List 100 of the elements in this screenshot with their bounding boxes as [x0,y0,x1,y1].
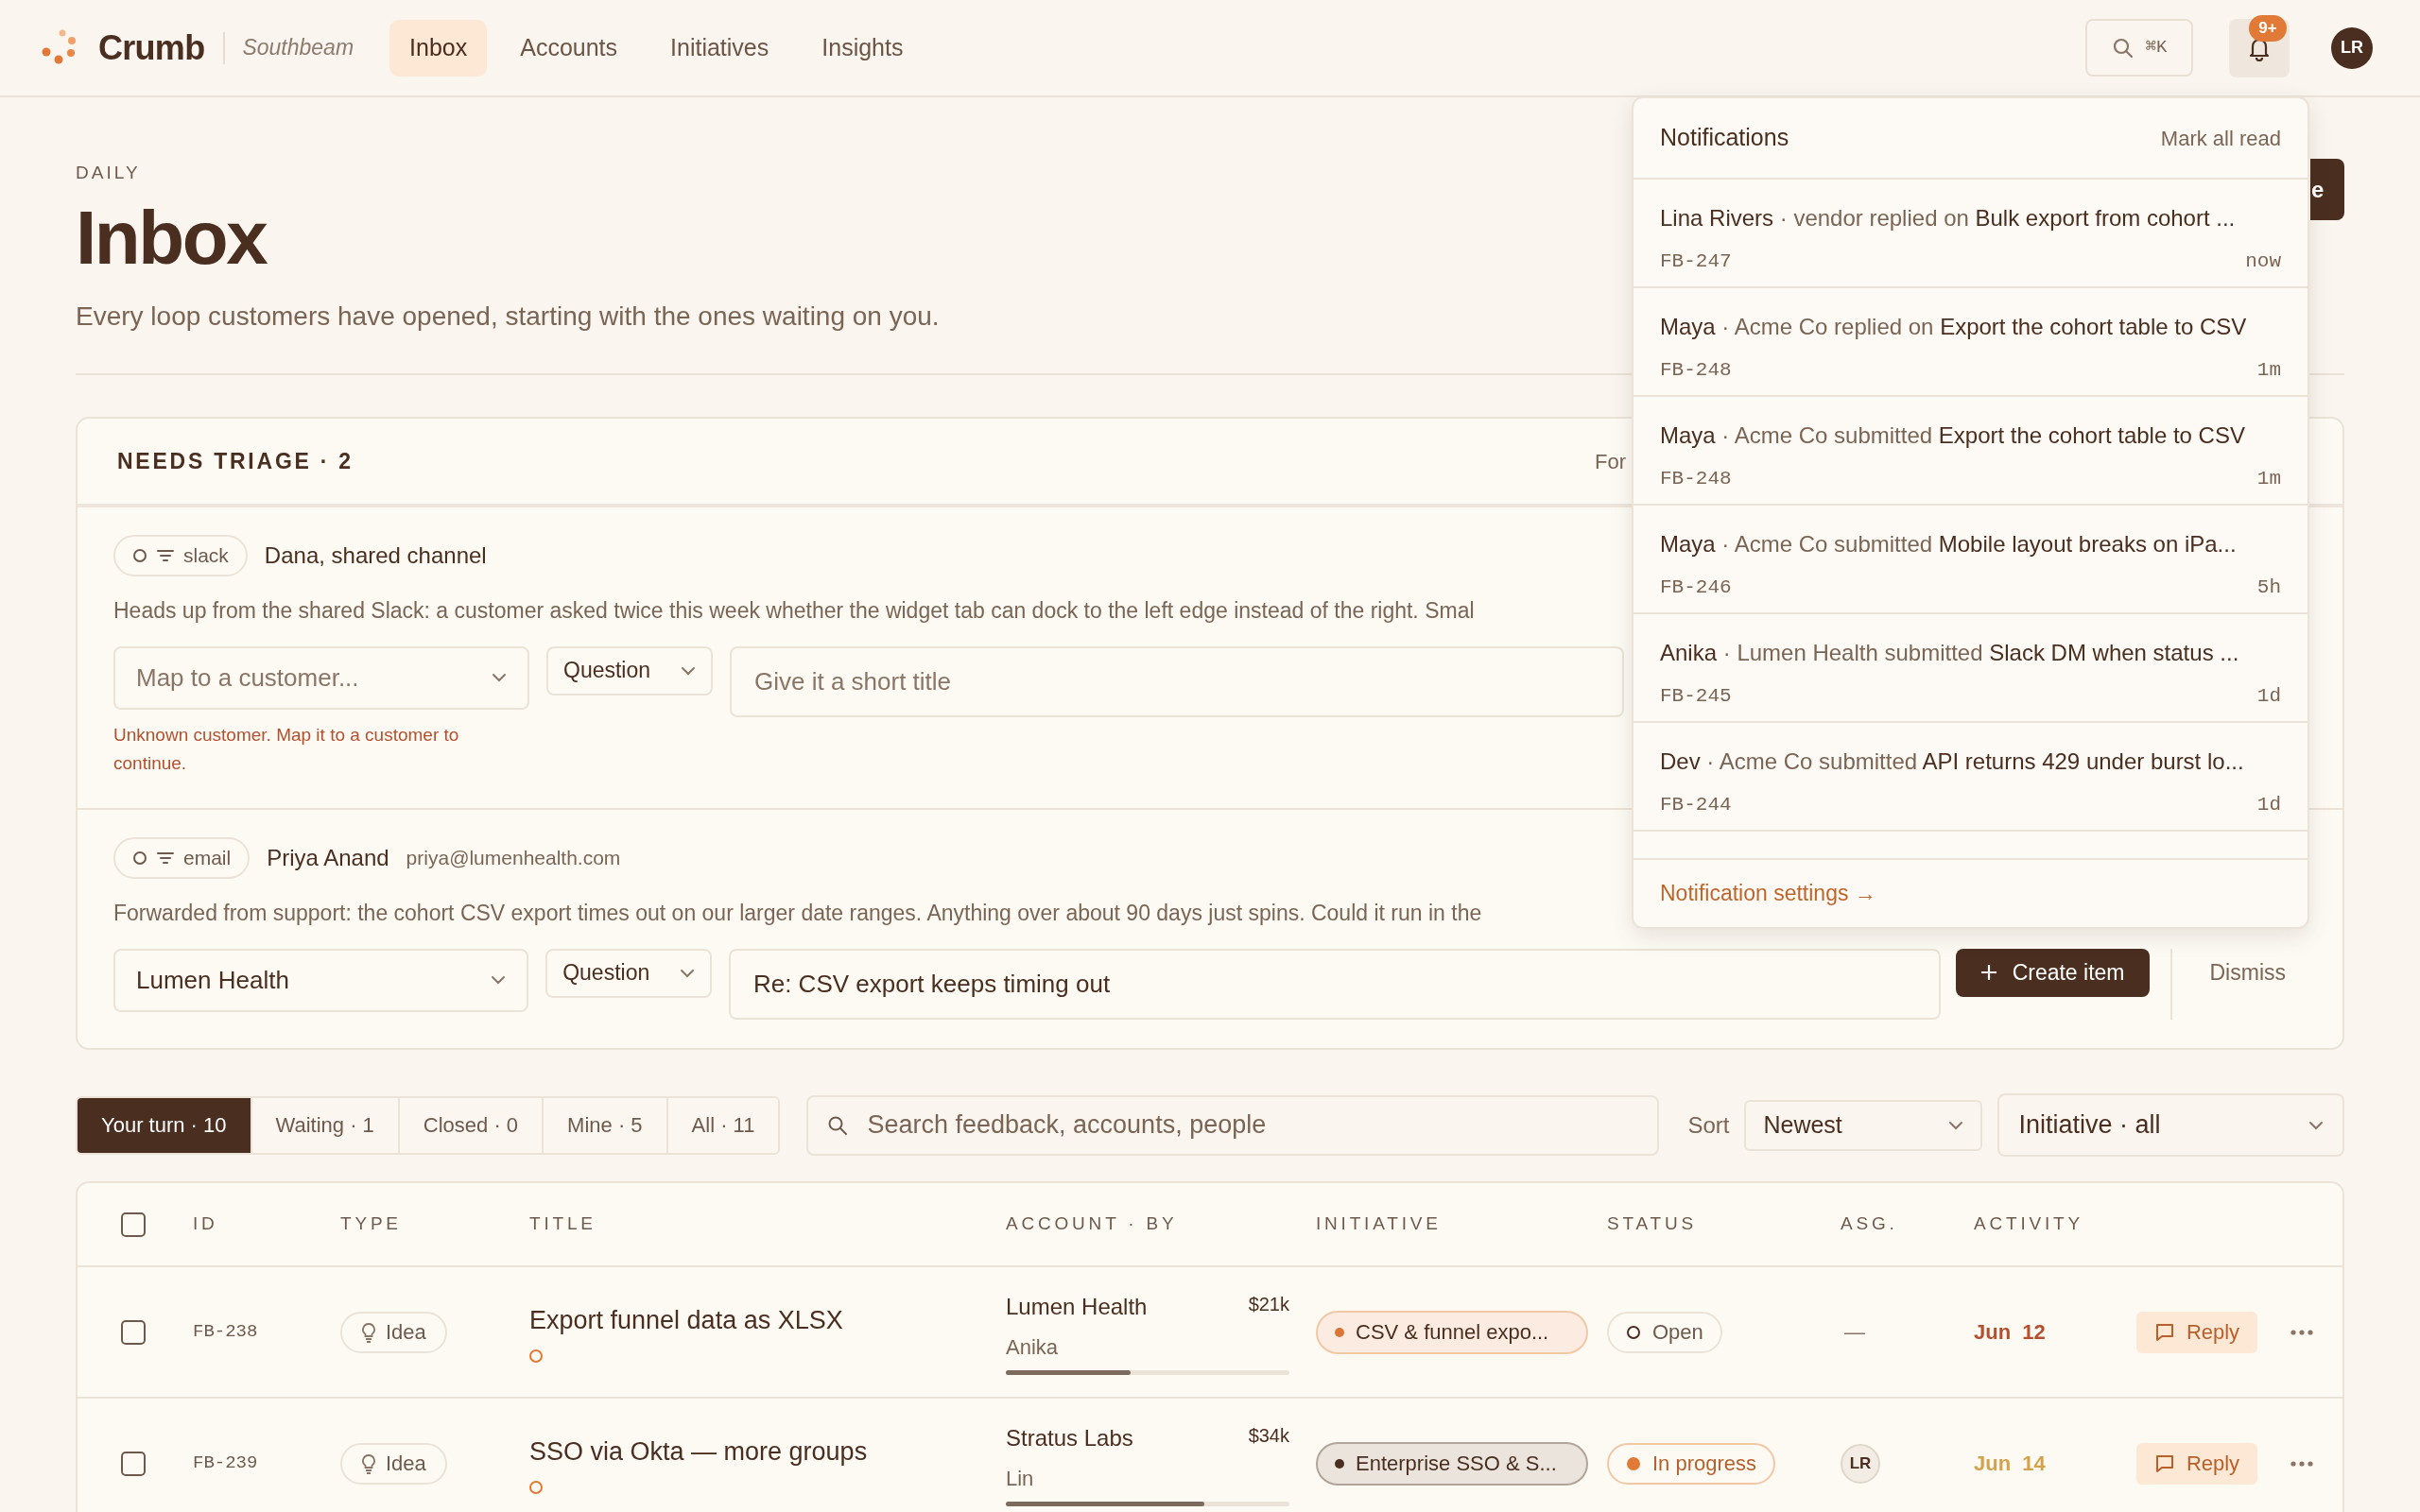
circle-icon [132,548,147,563]
notification-badge: 9+ [2249,14,2287,42]
nav-tab[interactable]: Inbox [389,19,488,77]
source-chip: slack [113,535,248,576]
nav-tab[interactable]: Initiatives [650,19,789,77]
customer-select[interactable]: Lumen Health [113,948,529,1012]
notification-time: 5h [2256,576,2281,600]
search-button[interactable]: ⌘K [2085,19,2193,77]
notification-item[interactable]: Maya · Acme Co replied on Export the cohort table to CSV FB-248 1m [1634,288,2308,397]
checkbox[interactable] [121,1211,146,1237]
notification-text: Maya · Acme Co submitted Mobile layout breaks on iPa... [1660,530,2238,558]
column-header: TITLE [529,1212,597,1236]
initiative-select[interactable]: Initiative · all [1997,1093,2344,1157]
account-value: $34k [1248,1423,1289,1448]
checkbox[interactable] [121,1319,146,1345]
checkbox[interactable] [121,1451,146,1476]
notification-item[interactable]: Maya · Acme Co submitted Export the cohort table to CSV FB-248 1m [1634,397,2308,506]
column-header: ASG. [1841,1212,1899,1236]
sender-name: Dana, shared channel [264,541,487,570]
sort-select[interactable]: Newest [1744,1099,1983,1151]
lightbulb-icon [361,1452,376,1474]
assignee-avatar: LR [1841,1443,1880,1484]
reply-button[interactable]: Reply [2136,1311,2257,1353]
notification-item[interactable]: Anika · Lumen Health submitted Slack DM when status ... FB-245 1d [1634,614,2308,723]
notification-time: now [2245,249,2281,274]
notification-item[interactable]: Maya · Acme Co submitted Mobile layout breaks on iPa... FB-246 5h [1634,506,2308,614]
column-header: ACCOUNT · BY [1006,1212,1179,1236]
notification-id: FB-248 [1660,467,1732,491]
chevron-down-icon [681,665,696,676]
submitter-name: Anika [1006,1333,1060,1361]
nav-tab[interactable]: Insights [802,19,924,77]
more-icon [2290,1329,2313,1335]
sender-email: priya@lumenhealth.com [406,846,621,871]
type-tag: Idea [340,1442,447,1485]
nav-tab[interactable]: Accounts [500,19,638,77]
speech-bubble-icon [2153,1452,2175,1474]
reply-button[interactable]: Reply [2136,1442,2257,1485]
item-id: FB-238 [193,1320,259,1345]
title-input[interactable]: Give it a short title [730,645,1624,717]
create-item-button[interactable]: Create item [1955,948,2150,997]
notification-time: 1m [2256,467,2281,491]
chevron-down-icon [1948,1120,1964,1130]
notification-item[interactable]: Lina Rivers · vendor replied on Bulk export from cohort ... FB-247 now [1634,180,2308,288]
initiative-pill: CSV & funnel expo... [1316,1310,1588,1354]
account-value: $21k [1248,1292,1289,1316]
source-chip: email [113,837,251,879]
notification-id: FB-246 [1660,576,1732,600]
page-title: Inbox [76,200,267,276]
error-message: Unknown customer. Map it to a customer to continue. [113,723,460,775]
filter-lines-icon [157,851,174,865]
page-eyebrow: DAILY [76,163,142,181]
submitter-name: Lin [1006,1465,1035,1492]
column-header: ACTIVITY [1974,1212,2084,1236]
account-name: Lumen Health [1006,1292,1148,1321]
speech-bubble-icon [2153,1321,2175,1343]
chevron-down-icon [679,968,695,978]
new-button[interactable]: e [2310,159,2344,220]
plus-icon [1979,964,1997,981]
dot-icon [1626,1455,1641,1471]
page-subtitle: Every loop customers have opened, starting with the ones waiting on you. [76,301,940,333]
filter-label: For [1595,448,1626,475]
item-id: FB-239 [193,1452,259,1476]
status-pill: In progress [1607,1442,1776,1485]
dismiss-button[interactable]: Dismiss [2188,948,2307,997]
type-select[interactable]: Question [545,948,712,998]
search-field[interactable]: Search feedback, accounts, people [806,1094,1660,1156]
notification-text: Maya · Acme Co replied on Export the cohort table to CSV [1660,313,2248,341]
column-header: INITIATIVE [1316,1212,1443,1236]
type-tag: Idea [340,1311,447,1353]
notification-id: FB-245 [1660,684,1732,709]
message-text: Forwarded from support: the cohort CSV export times out on our larger date ranges. Anything over about 90 days just spins. Could it run in the [113,900,1483,927]
notification-item[interactable]: Dev · Acme Co submitted API returns 429 under burst lo... FB-244 1d [1634,723,2308,832]
search-icon [2111,36,2135,60]
user-avatar[interactable]: LR [2331,26,2373,69]
filter-tab[interactable]: All · 11 [666,1097,779,1153]
notification-settings-link[interactable]: Notification settings → [1660,877,1876,910]
lightbulb-icon [361,1321,376,1343]
notification-text: Lina Rivers · vendor replied on Bulk export from cohort ... [1660,204,2237,232]
mark-all-read-link[interactable]: Mark all read [2160,122,2281,154]
title-input[interactable]: Re: CSV export keeps timing out [728,948,1941,1020]
section-title: NEEDS TRIAGE · 2 [117,447,354,475]
notification-id: FB-248 [1660,358,1732,383]
notification-text: Dev · Acme Co submitted API returns 429 under burst lo... [1660,747,2245,776]
panel-title: Notifications [1660,123,1789,153]
notification-text: Maya · Acme Co submitted Export the cohort table to CSV [1660,421,2246,450]
activity-date: Jun 12 [1974,1319,2047,1346]
search-icon [827,1114,849,1136]
initiative-pill: Enterprise SSO & S... [1316,1441,1588,1486]
unassigned-dash: — [1843,1320,1865,1344]
filter-tab[interactable]: Your turn · 10 [78,1097,251,1153]
customer-select[interactable]: Map to a customer... [113,645,529,710]
message-text: Heads up from the shared Slack: a customer asked twice this week whether the widget tab can dock to the left edge instead of the right. Smal [113,597,1476,625]
circle-icon [1626,1324,1641,1340]
workspace-name: Southbeam [242,34,354,62]
notification-time: 1d [2256,793,2281,817]
brand-name: Crumb [98,26,205,69]
circle-icon [132,850,147,866]
chevron-down-icon [491,975,507,985]
column-header: TYPE [340,1212,403,1236]
type-select[interactable]: Question [546,645,713,696]
